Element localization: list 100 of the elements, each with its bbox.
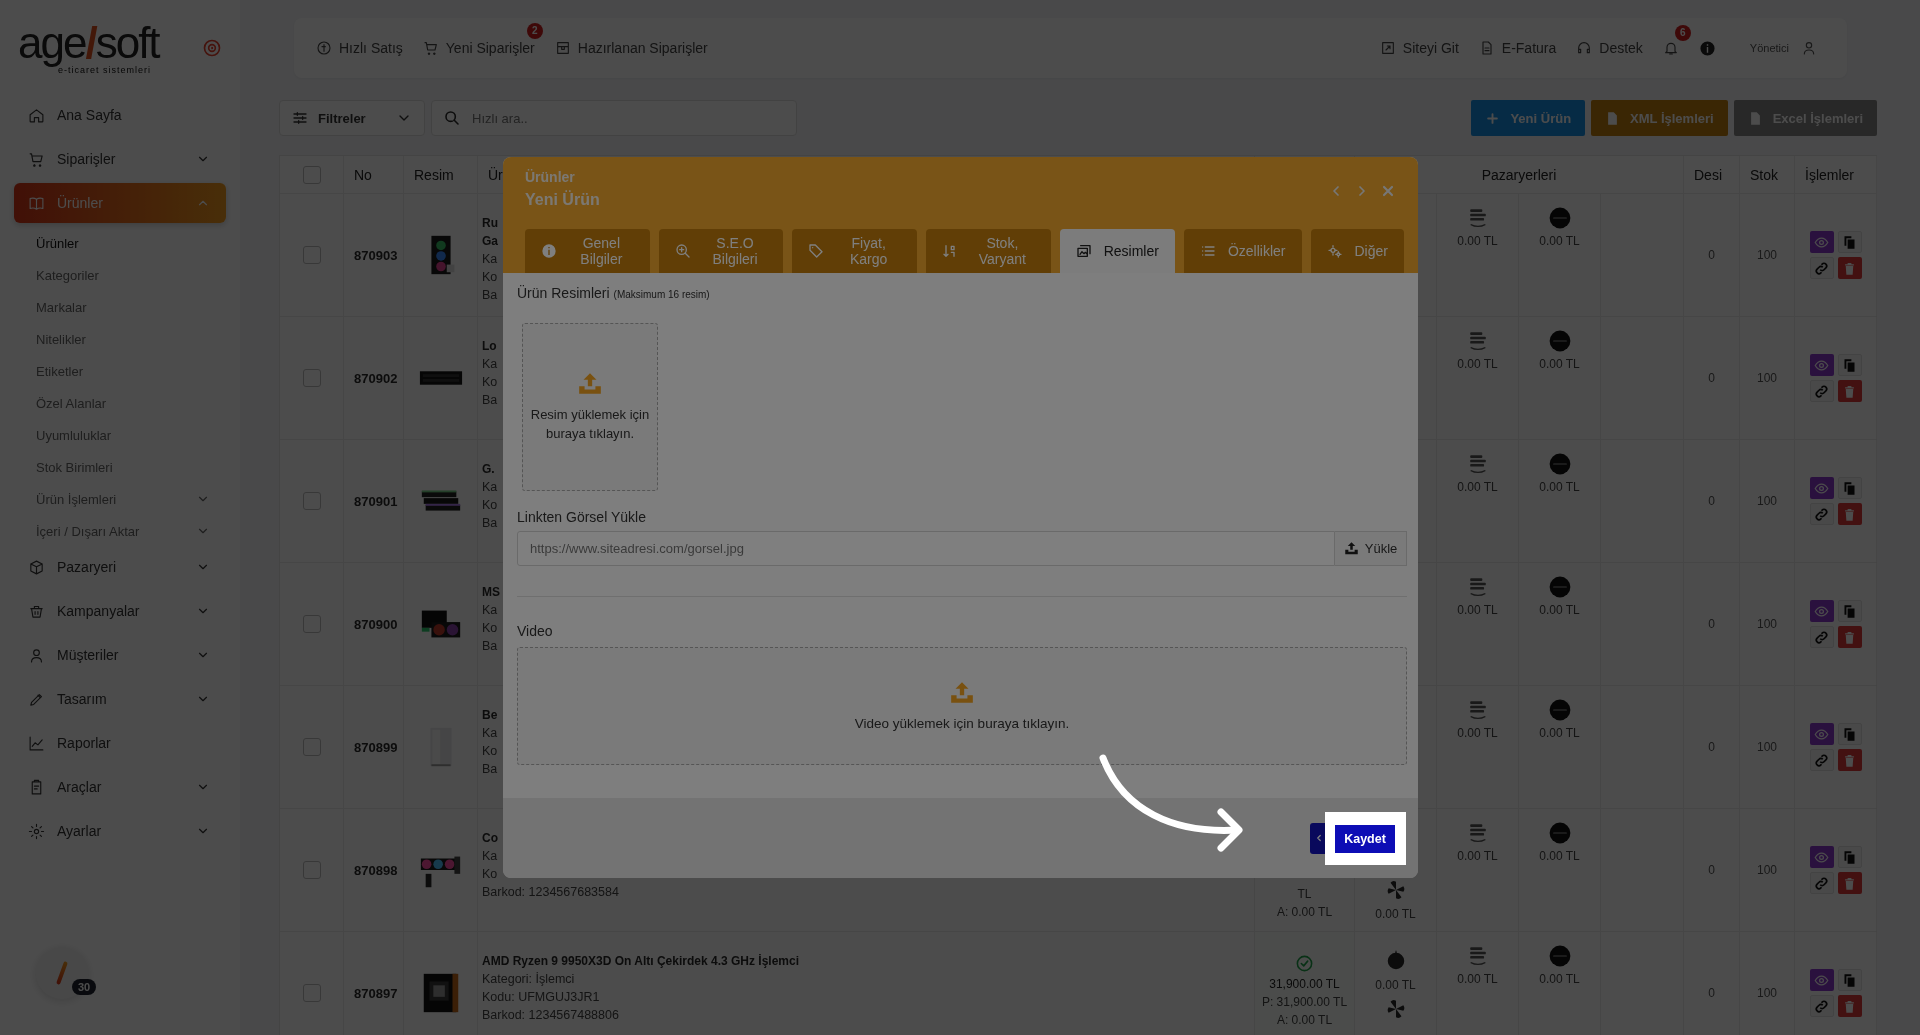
copy-button[interactable] [1837,846,1862,868]
nav-link[interactable]: Hızlı Satış [316,40,403,56]
secondary-button[interactable] [1310,822,1325,854]
book-icon [28,194,45,212]
sidebar-item[interactable]: Ayarlar [14,811,226,851]
nav-link[interactable]: Destek [1576,40,1643,56]
product-detail: Ka [482,725,498,742]
view-button[interactable] [1809,723,1834,745]
tab[interactable]: Diğer [1310,229,1404,273]
product-detail: Ka [482,356,498,373]
copy-button[interactable] [1837,969,1862,991]
sidebar-item[interactable]: Araçlar [14,767,226,807]
view-button[interactable] [1809,969,1834,991]
link-button[interactable] [1809,626,1834,648]
sidebar-item[interactable]: Siparişler [14,139,226,179]
chevron-icon [1314,833,1324,843]
link-button[interactable] [1809,503,1834,525]
sidebar-subitem[interactable]: Ürünler [14,227,226,259]
sidebar-item[interactable]: Pazaryeri [14,547,226,587]
copy-button[interactable] [1837,477,1862,499]
copy-icon [1842,726,1857,742]
delete-button[interactable] [1837,626,1862,648]
logo[interactable]: age/soft [18,20,159,65]
video-dropzone[interactable]: Video yüklemek için buraya tıklayın. [517,647,1407,765]
link-icon [1814,998,1829,1014]
sidebar-item[interactable]: Raporlar [14,723,226,763]
images-icon [1075,243,1092,259]
toolbar-button[interactable]: XML İşlemleri [1591,100,1728,136]
toolbar-button[interactable]: Yeni Ürün [1471,100,1586,136]
eye-icon [1814,726,1829,742]
product-name[interactable]: Lo [482,337,497,355]
nav-link[interactable]: Yeni Siparişler [422,40,535,56]
tab[interactable]: Resimler [1059,229,1175,273]
eye-icon [1814,603,1829,619]
copy-button[interactable] [1837,600,1862,622]
sort-icon [942,243,958,259]
delete-button[interactable] [1837,380,1862,402]
count-badge: 6 [1674,25,1691,41]
view-button[interactable] [1809,600,1834,622]
product-name[interactable]: G. [482,460,495,478]
count-badge: 2 [526,23,543,39]
column-header: Resim [414,166,454,183]
product-name[interactable]: Ru [482,214,498,232]
sidebar-item[interactable]: Ana Sayfa [14,95,226,135]
trash-icon [1842,752,1857,768]
view-button[interactable] [1809,846,1834,868]
delete-button[interactable] [1837,257,1862,279]
view-button[interactable] [1809,231,1834,253]
close-icon[interactable] [1380,183,1396,199]
image-dropzone[interactable]: Resim yüklemek için buraya tıklayın. [522,323,658,491]
tab[interactable]: Stok, Varyant [926,229,1051,273]
dialog-section: Ürünler [525,169,600,185]
product-name[interactable]: Co [482,829,498,847]
info-icon[interactable] [1698,39,1716,57]
nav-link[interactable]: Siteyi Git [1379,40,1459,56]
cube-icon [28,558,45,576]
product-name[interactable]: Ga [482,232,498,250]
delete-button[interactable] [1837,749,1862,771]
column-header: İşlemler [1805,166,1854,183]
link-button[interactable] [1809,257,1834,279]
link-button[interactable] [1809,749,1834,771]
nav-link[interactable]: Hazırlanan Siparişler [554,40,708,56]
product-detail: Ka [482,602,498,619]
product-detail: Ba [482,392,498,409]
sidebar-item[interactable]: Kampanyalar [14,591,226,631]
sidebar-item[interactable]: Tasarım [14,679,226,719]
save-button[interactable]: Kaydet [1335,824,1395,853]
sidebar-item[interactable]: Ürünler [14,183,226,223]
url-field[interactable]: https://www.siteadresi.com/gorsel.jpg [517,531,1335,566]
link-button[interactable] [1809,872,1834,894]
view-button[interactable] [1809,477,1834,499]
tab[interactable]: Özellikler [1183,229,1302,273]
target-icon[interactable] [202,37,222,58]
copy-button[interactable] [1837,723,1862,745]
product-name[interactable]: Be [482,706,498,724]
delete-button[interactable] [1837,995,1862,1017]
product-detail: Kodu: UFMGUJ3JR1 [482,989,600,1006]
product-detail: Ka [482,848,498,865]
sidebar-item[interactable]: Müşteriler [14,635,226,675]
copy-icon [1842,480,1857,496]
nav-link[interactable]: E-Fatura [1478,40,1557,56]
copy-button[interactable] [1837,354,1862,376]
product-detail: Ko [482,743,498,760]
product-name[interactable]: MS [482,583,500,601]
product-detail: Barkod: 1234567683584 [482,884,619,901]
bell-icon[interactable] [1662,40,1679,56]
upload-button[interactable]: Yükle [1335,531,1407,566]
product-number: 870903 [354,247,398,263]
copy-button[interactable] [1837,231,1862,253]
product-name[interactable]: AMD Ryzen 9 9950X3D On Altı Çekirdek 4.3 GHz İşlemci [482,952,799,970]
link-button[interactable] [1809,380,1834,402]
delete-button[interactable] [1837,872,1862,894]
tab[interactable]: Fiyat, Kargo [792,229,917,273]
link-button[interactable] [1809,995,1834,1017]
tab[interactable]: Genel Bilgiler [525,229,650,273]
filter-dropdown[interactable]: Filtreler [279,100,425,136]
view-button[interactable] [1809,354,1834,376]
delete-button[interactable] [1837,503,1862,525]
tab[interactable]: S.E.O Bilgileri [658,229,784,273]
link-icon [1814,629,1829,645]
